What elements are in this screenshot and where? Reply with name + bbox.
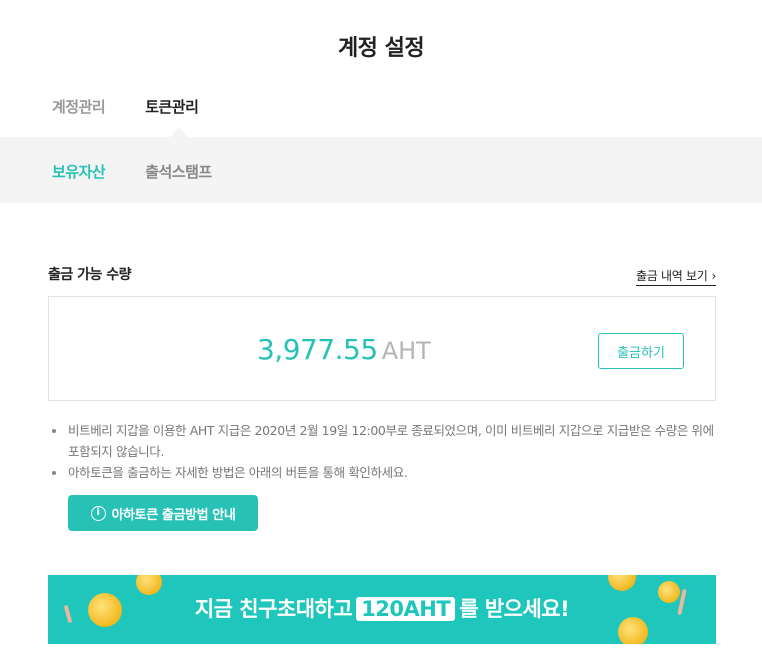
banner-highlight: 120AHT [356, 597, 456, 621]
tab-holdings[interactable]: 보유자산 [52, 161, 106, 182]
banner-text-before: 지금 친구초대하고 [194, 597, 353, 621]
banner-text-after: 를 받으세요! [459, 597, 570, 621]
balance-display: 3,977.55 AHT [257, 333, 431, 366]
withdraw-history-link[interactable]: 출금 내역 보기 › [636, 267, 716, 286]
sub-tabs: 보유자산 출석스탬프 [52, 161, 212, 182]
withdraw-history-label: 출금 내역 보기 [636, 269, 708, 283]
notice-list: 비트베리 지갑을 이용한 AHT 지급은 2020년 2월 19일 12:00부… [50, 420, 720, 483]
tab-account-management[interactable]: 계정관리 [52, 96, 106, 117]
withdrawable-label: 출금 가능 수량 [48, 267, 132, 283]
balance-panel: 3,977.55 AHT 출금하기 [48, 296, 716, 401]
withdraw-guide-button[interactable]: i 아하토큰 출금방법 안내 [68, 495, 258, 531]
coin-icon [136, 575, 162, 595]
coin-icon [608, 575, 636, 591]
banner-text: 지금 친구초대하고 120AHT 를 받으세요! [48, 593, 716, 623]
info-circle-icon: i [90, 505, 106, 521]
withdraw-button[interactable]: 출금하기 [598, 333, 684, 369]
sub-tab-bar: 보유자산 출석스탬프 [0, 128, 762, 203]
invite-friend-banner[interactable]: 지금 친구초대하고 120AHT 를 받으세요! [48, 575, 716, 644]
tab-token-management[interactable]: 토큰관리 [145, 96, 199, 117]
balance-amount: 3,977.55 [257, 333, 378, 366]
main-tabs: 계정관리 토큰관리 [52, 96, 199, 117]
notice-item: 비트베리 지갑을 이용한 AHT 지급은 2020년 2월 19일 12:00부… [50, 420, 720, 462]
page-title: 계정 설정 [337, 36, 425, 61]
chevron-right-icon: › [711, 269, 717, 283]
notice-item: 아하토큰을 출금하는 자세한 방법은 아래의 버튼을 통해 확인하세요. [50, 462, 720, 483]
withdraw-guide-label: 아하토큰 출금방법 안내 [111, 507, 236, 523]
tab-attendance-stamp[interactable]: 출석스탬프 [145, 161, 212, 182]
balance-unit: AHT [381, 337, 431, 365]
active-tab-indicator [170, 128, 188, 137]
